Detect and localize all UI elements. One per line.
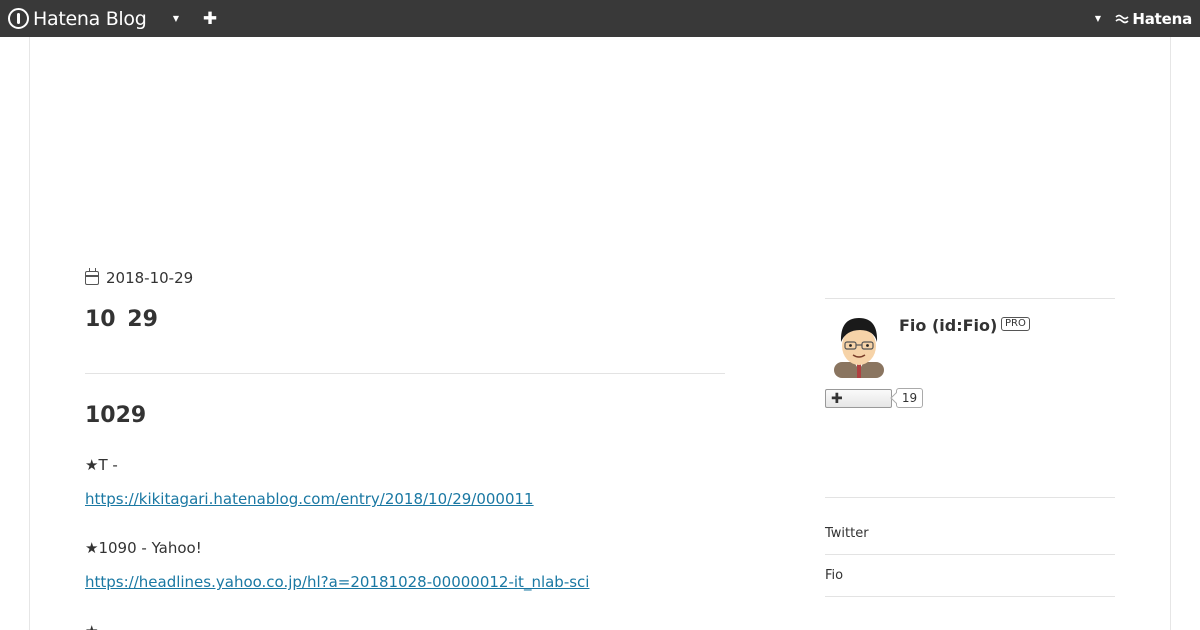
global-header: Hatena Blog ▼ ✚ ▼ Hatena <box>0 0 1200 37</box>
hatena-blog-icon <box>8 8 29 29</box>
brand-text: Hatena Blog <box>33 7 147 30</box>
sidebar-divider <box>825 298 1115 299</box>
hatena-logo-text: Hatena <box>1132 9 1192 28</box>
item-text: ★1090 - Yahoo! <box>85 539 202 557</box>
section-heading: 1029 <box>85 403 147 428</box>
plus-icon: ✚ <box>831 390 843 407</box>
calendar-icon <box>85 268 99 285</box>
entry-title[interactable]: 10 29 <box>85 307 158 332</box>
follow-button[interactable]: ✚ <box>825 389 892 408</box>
follower-count[interactable]: 19 <box>896 388 923 408</box>
sidebar-divider <box>825 554 1115 555</box>
title-divider <box>85 373 725 374</box>
item-text: ★T - <box>85 456 118 474</box>
sidebar-divider <box>825 596 1115 597</box>
entry-date-text: 2018-10-29 <box>106 269 194 287</box>
hatena-blog-logo[interactable]: Hatena Blog <box>8 0 147 37</box>
sidebar-link-twitter[interactable]: Twitter <box>825 526 869 541</box>
hatena-logo[interactable]: Hatena <box>1115 0 1192 37</box>
hatena-wave-icon <box>1115 14 1129 23</box>
item-link[interactable]: https://kikitagari.hatenablog.com/entry/… <box>85 490 534 508</box>
author-avatar[interactable] <box>830 312 888 378</box>
sidebar-divider <box>825 497 1115 498</box>
sidebar-link-fio[interactable]: Fio <box>825 568 843 583</box>
pro-badge: PRO <box>1001 317 1030 331</box>
entry-date[interactable]: 2018-10-29 <box>85 268 194 287</box>
blog-menu-caret-icon[interactable]: ▼ <box>168 0 184 37</box>
author-name[interactable]: Fio (id:Fio) <box>899 316 997 335</box>
new-post-plus-icon[interactable]: ✚ <box>200 0 220 37</box>
item-link[interactable]: https://headlines.yahoo.co.jp/hl?a=20181… <box>85 573 589 591</box>
user-menu-caret-icon[interactable]: ▼ <box>1090 0 1106 37</box>
item-text: ★ <box>85 622 98 630</box>
